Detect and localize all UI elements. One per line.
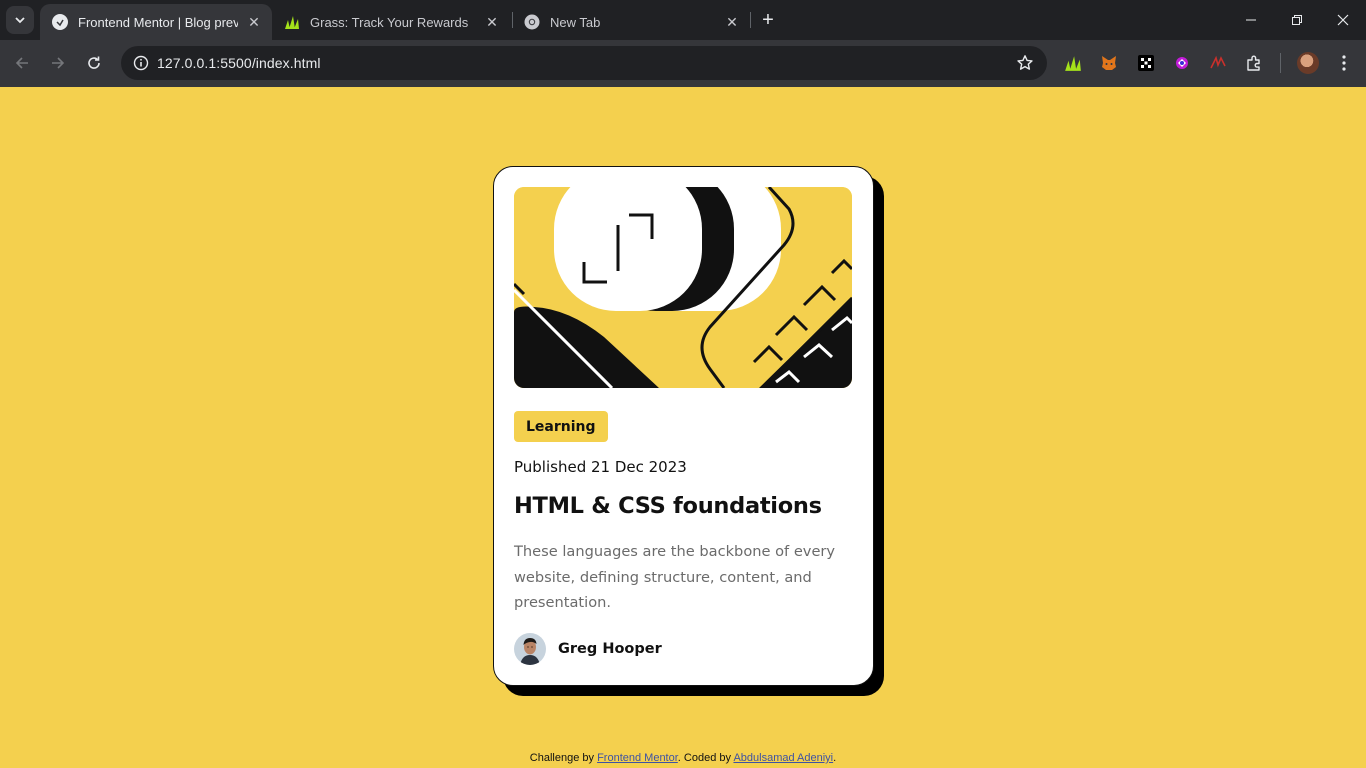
- browser-toolbar: 127.0.0.1:5500/index.html: [0, 40, 1366, 87]
- grass-favicon: [284, 14, 300, 30]
- frontend-mentor-link[interactable]: Frontend Mentor: [597, 752, 678, 764]
- blog-preview-card: Learning Published 21 Dec 2023 HTML & CS…: [493, 166, 874, 686]
- tab-strip: Frontend Mentor | Blog preview ✕ Grass: …: [0, 0, 1366, 40]
- minimize-button[interactable]: [1228, 0, 1274, 40]
- tab-grass[interactable]: Grass: Track Your Rewards ✕: [272, 4, 510, 40]
- close-tab-icon[interactable]: ✕: [246, 14, 262, 30]
- author-info: Greg Hooper: [514, 633, 662, 665]
- okx-extension-icon[interactable]: [1135, 52, 1157, 74]
- red-extension-icon[interactable]: [1207, 52, 1229, 74]
- article-title[interactable]: HTML & CSS foundations: [514, 493, 822, 519]
- tab-title: Frontend Mentor | Blog preview: [78, 14, 238, 30]
- url-text[interactable]: 127.0.0.1:5500/index.html: [157, 55, 321, 71]
- toolbar-separator: [1280, 53, 1281, 73]
- author-name: Greg Hooper: [558, 641, 662, 657]
- purple-extension-icon[interactable]: [1171, 52, 1193, 74]
- restore-button[interactable]: [1274, 0, 1320, 40]
- metamask-extension-icon[interactable]: [1098, 52, 1120, 74]
- grass-extension-icon[interactable]: [1062, 52, 1084, 74]
- attribution-middle: . Coded by: [677, 752, 734, 764]
- tab-frontend-mentor[interactable]: Frontend Mentor | Blog preview ✕: [40, 4, 272, 40]
- arrow-left-icon: [15, 57, 28, 69]
- back-button[interactable]: [7, 48, 37, 78]
- puzzle-extensions-icon[interactable]: [1243, 52, 1265, 74]
- more-vert-icon: [1342, 55, 1346, 71]
- reload-icon: [88, 56, 100, 69]
- arrow-right-icon: [52, 57, 65, 69]
- author-avatar: [514, 633, 546, 665]
- close-window-button[interactable]: [1320, 0, 1366, 40]
- close-tab-icon[interactable]: ✕: [724, 14, 740, 30]
- tab-title: New Tab: [550, 14, 601, 30]
- tab-separator: [750, 12, 751, 28]
- card-illustration: [514, 187, 852, 388]
- illustration-image: [514, 187, 852, 388]
- site-info-icon[interactable]: [129, 51, 153, 75]
- restore-icon: [1292, 15, 1302, 25]
- close-tab-icon[interactable]: ✕: [484, 14, 500, 30]
- published-date: Published 21 Dec 2023: [514, 458, 687, 476]
- close-icon: [1337, 14, 1349, 26]
- tab-search-button[interactable]: [6, 6, 34, 34]
- minimize-icon: [1246, 19, 1256, 21]
- chevron-down-icon: [15, 17, 25, 24]
- category-tag: Learning: [514, 411, 608, 442]
- browser-menu-button[interactable]: [1331, 50, 1357, 76]
- attribution: Challenge by Frontend Mentor. Coded by A…: [0, 752, 1366, 764]
- article-description: These languages are the backbone of ever…: [514, 543, 836, 611]
- frontend-mentor-favicon: [52, 14, 68, 30]
- author-link[interactable]: Abdulsamad Adeniyi: [733, 752, 833, 764]
- tab-title: Grass: Track Your Rewards: [310, 14, 469, 30]
- new-tab-button[interactable]: +: [756, 8, 780, 32]
- profile-avatar[interactable]: [1297, 52, 1319, 74]
- attribution-prefix: Challenge by: [529, 752, 598, 764]
- tab-new-tab[interactable]: New Tab ✕: [512, 4, 750, 40]
- chrome-favicon: [524, 14, 540, 30]
- bookmark-star-icon[interactable]: [1015, 53, 1035, 73]
- attribution-suffix: .: [833, 752, 837, 764]
- address-bar[interactable]: 127.0.0.1:5500/index.html: [121, 46, 1047, 80]
- forward-button[interactable]: [43, 48, 73, 78]
- reload-button[interactable]: [79, 48, 109, 78]
